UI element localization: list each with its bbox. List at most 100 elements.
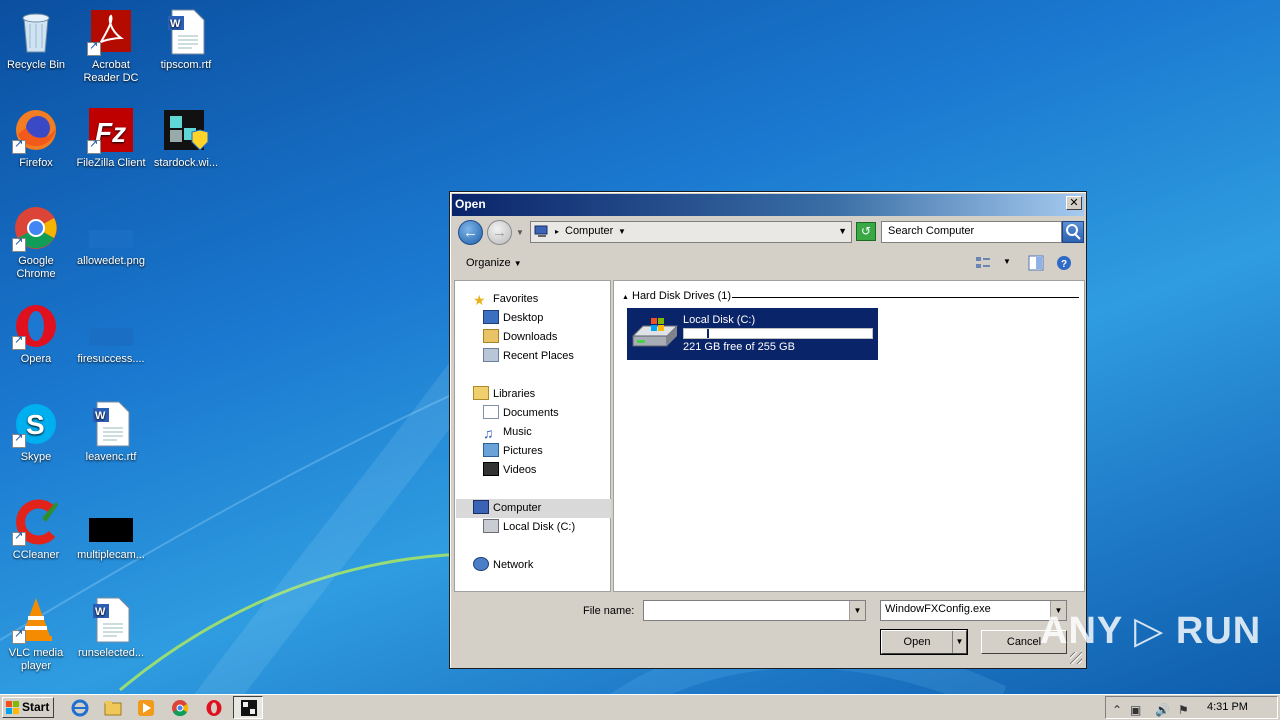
nav-item-documents[interactable]: Documents: [483, 404, 559, 422]
drive-tile-local-disk[interactable]: Local Disk (C:) 221 GB free of 255 GB: [627, 308, 878, 360]
search-icon: [1066, 224, 1081, 240]
search-input[interactable]: Search Computer: [881, 221, 1062, 243]
chevron-down-icon[interactable]: ▼: [849, 601, 865, 620]
desktop-icon-chrome[interactable]: Google Chrome: [0, 204, 74, 281]
file-explorer-icon[interactable]: [104, 699, 122, 717]
nav-label: Network: [493, 559, 534, 571]
chevron-down-icon[interactable]: ▼: [618, 227, 626, 236]
nav-item-downloads[interactable]: Downloads: [483, 328, 557, 346]
forward-button[interactable]: →: [487, 220, 512, 245]
search-button[interactable]: [1062, 221, 1084, 243]
nav-item-libraries[interactable]: Libraries: [473, 385, 535, 403]
image-file-icon: [87, 204, 135, 252]
help-icon[interactable]: ?: [1056, 255, 1072, 271]
dialog-footer: File name: ▼ WindowFXConfig.exe ▼ Open ▼…: [454, 594, 1084, 666]
nav-item-recent-places[interactable]: Recent Places: [483, 347, 574, 365]
address-dropdown-icon[interactable]: ▼: [838, 226, 847, 236]
desktop-icon-label: firesuccess....: [77, 353, 145, 365]
organize-menu[interactable]: Organize ▼: [466, 257, 522, 269]
desktop-icon-firesuccess[interactable]: firesuccess....: [73, 302, 149, 366]
skype-icon: S: [12, 400, 60, 448]
recent-locations-dropdown[interactable]: ▼: [516, 228, 524, 237]
show-hidden-icons-icon[interactable]: ⌃: [1112, 703, 1122, 717]
back-button[interactable]: ←: [458, 220, 483, 245]
chevron-down-icon: ▼: [513, 259, 522, 268]
desktop-icon-recycle-bin[interactable]: Recycle Bin: [0, 8, 74, 72]
desktop-icon-leavenc[interactable]: W leavenc.rtf: [73, 400, 149, 464]
open-options-dropdown[interactable]: ▼: [952, 631, 966, 653]
desktop-icon-ccleaner[interactable]: CCleaner: [0, 498, 74, 562]
svg-text:W: W: [170, 18, 181, 30]
word-doc-icon: W: [162, 8, 210, 56]
firefox-icon: [12, 106, 60, 154]
chevron-right-icon[interactable]: ▸: [555, 227, 559, 236]
group-header-label: Hard Disk Drives (1): [632, 290, 732, 302]
desktop-icon-label: allowedet.png: [77, 255, 145, 267]
recycle-bin-icon: [12, 8, 60, 56]
chrome-icon: [12, 204, 60, 252]
view-options-icon[interactable]: [975, 255, 991, 271]
open-button-label: Open: [903, 636, 931, 648]
preview-pane-icon[interactable]: [1028, 255, 1044, 271]
desktop-icon-tipscom[interactable]: W tipscom.rtf: [148, 8, 224, 72]
address-segment-computer[interactable]: Computer: [565, 225, 613, 237]
open-file-dialog: Open ✕ ← → ▼ ▸ Computer ▼ ▼ ↺ Search Com…: [449, 191, 1087, 669]
action-center-flag-icon[interactable]: ⚑: [1178, 703, 1189, 717]
desktop-icon-skype[interactable]: S Skype: [0, 400, 74, 464]
group-header[interactable]: ▲ Hard Disk Drives (1): [622, 290, 731, 302]
desktop-icon-filezilla[interactable]: Fz FileZilla Client: [73, 106, 149, 170]
desktop-icon-allowedet[interactable]: allowedet.png: [73, 204, 149, 268]
organize-label: Organize: [466, 257, 511, 269]
desktop-icon-acrobat[interactable]: Acrobat Reader DC: [73, 8, 149, 85]
nav-item-local-disk[interactable]: Local Disk (C:): [483, 518, 575, 536]
dialog-title: Open: [455, 197, 486, 211]
file-name-input[interactable]: ▼: [643, 600, 866, 621]
taskbar-item-stardock[interactable]: [233, 696, 263, 719]
vlc-icon: [12, 596, 60, 644]
open-button[interactable]: Open ▼: [880, 629, 968, 655]
desktop-icon-multiplecam[interactable]: multiplecam...: [73, 498, 149, 562]
opera-icon[interactable]: [205, 699, 223, 717]
desktop-icon-firefox[interactable]: Firefox: [0, 106, 74, 170]
navigation-bar: ← → ▼ ▸ Computer ▼ ▼ ↺ Search Computer: [454, 218, 1084, 246]
collapse-arrow-icon: ▲: [622, 294, 629, 301]
nav-item-favorites[interactable]: ★ Favorites: [473, 290, 538, 308]
nav-item-network[interactable]: Network: [473, 556, 533, 574]
clock[interactable]: 4:31 PM: [1207, 701, 1248, 713]
recent-places-icon: [483, 348, 499, 362]
network-status-icon[interactable]: ▣: [1130, 703, 1141, 717]
star-icon: ★: [473, 292, 486, 308]
nav-item-videos[interactable]: Videos: [483, 461, 536, 479]
address-bar[interactable]: ▸ Computer ▼ ▼: [530, 221, 852, 243]
desktop-icon-label: CCleaner: [12, 549, 60, 561]
close-button[interactable]: ✕: [1066, 196, 1082, 210]
nav-item-music[interactable]: ♫ Music: [483, 423, 532, 441]
nav-item-pictures[interactable]: Pictures: [483, 442, 543, 460]
nav-label: Documents: [503, 407, 559, 419]
file-type-value: WindowFXConfig.exe: [885, 603, 991, 615]
start-button[interactable]: Start: [2, 697, 54, 718]
desktop-icon-label: leavenc.rtf: [85, 451, 137, 463]
internet-explorer-icon[interactable]: [71, 699, 89, 717]
refresh-button[interactable]: ↺: [856, 222, 876, 241]
media-player-icon[interactable]: [137, 699, 155, 717]
desktop-icon-opera[interactable]: Opera: [0, 302, 74, 366]
desktop-icon-vlc[interactable]: VLC media player: [0, 596, 74, 673]
chrome-icon[interactable]: [171, 699, 189, 717]
desktop-icon-label: multiplecam...: [77, 549, 145, 561]
nav-item-computer[interactable]: Computer: [473, 499, 541, 517]
volume-icon[interactable]: 🔊: [1155, 703, 1170, 717]
image-file-icon: [87, 302, 135, 350]
file-type-select[interactable]: WindowFXConfig.exe ▼: [880, 600, 1067, 621]
desktop-icon-runselected[interactable]: W runselected...: [73, 596, 149, 660]
arrow-left-icon: ←: [463, 224, 478, 241]
dialog-titlebar[interactable]: Open ✕: [452, 194, 1084, 216]
start-label: Start: [22, 700, 50, 714]
nav-item-desktop[interactable]: Desktop: [483, 309, 543, 327]
chevron-down-icon[interactable]: ▼: [1003, 257, 1011, 273]
desktop-icon-stardock[interactable]: stardock.wi...: [148, 106, 224, 170]
svg-text:W: W: [95, 606, 106, 618]
file-list-pane: ▲ Hard Disk Drives (1) Local Disk (C:) 2…: [613, 280, 1085, 592]
hard-drive-icon: [631, 318, 679, 347]
desktop-icon-label: stardock.wi...: [153, 157, 219, 169]
